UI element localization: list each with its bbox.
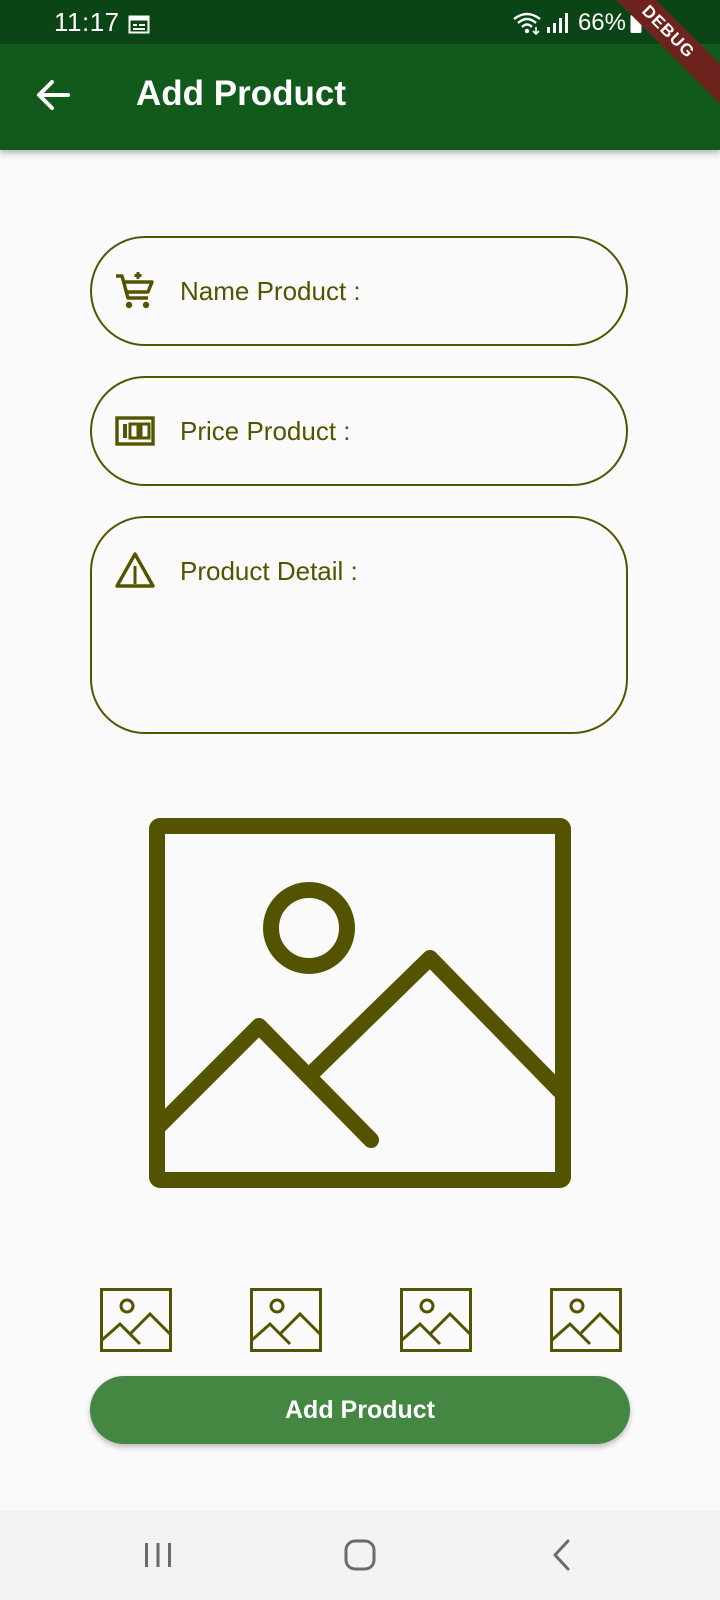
arrow-back-icon (37, 80, 70, 110)
back-icon (553, 1539, 570, 1571)
thumbnail-image-icon[interactable] (550, 1288, 622, 1352)
home-icon (344, 1539, 376, 1571)
price-product-label: Price Product : (180, 416, 351, 446)
system-back-button[interactable] (532, 1530, 592, 1580)
warning-icon (115, 552, 155, 588)
product-detail-field[interactable]: Product Detail : (90, 516, 628, 734)
thumbnail-image-icon[interactable] (250, 1288, 322, 1352)
recent-apps-icon (145, 1543, 171, 1567)
status-time: 11:17 (54, 7, 120, 37)
status-bar: 11:17 66% (0, 0, 720, 44)
app-bar: Add Product (0, 44, 720, 150)
status-icons: 66% (512, 8, 642, 38)
system-nav-bar (0, 1510, 720, 1600)
page-title: Add Product (136, 74, 346, 113)
wifi-icon (513, 12, 541, 35)
add-product-button[interactable]: Add Product (90, 1376, 630, 1444)
product-detail-label: Product Detail : (180, 556, 358, 586)
recent-apps-button[interactable] (128, 1530, 188, 1580)
thumbnail-image-icon[interactable] (400, 1288, 472, 1352)
thumbnail-image-icon[interactable] (100, 1288, 172, 1352)
signal-icon (546, 13, 568, 33)
name-product-label: Name Product : (180, 276, 361, 306)
cart-icon (116, 272, 154, 309)
name-product-field[interactable]: Name Product : (90, 236, 628, 346)
back-button[interactable] (28, 70, 78, 120)
thumbnail-row (0, 1288, 720, 1352)
calendar-icon (128, 15, 150, 34)
image-placeholder-icon[interactable] (149, 818, 571, 1190)
battery-percentage: 66% (577, 9, 626, 36)
home-button[interactable] (330, 1530, 390, 1580)
money-icon (115, 416, 155, 446)
price-product-field[interactable]: Price Product : (90, 376, 628, 486)
